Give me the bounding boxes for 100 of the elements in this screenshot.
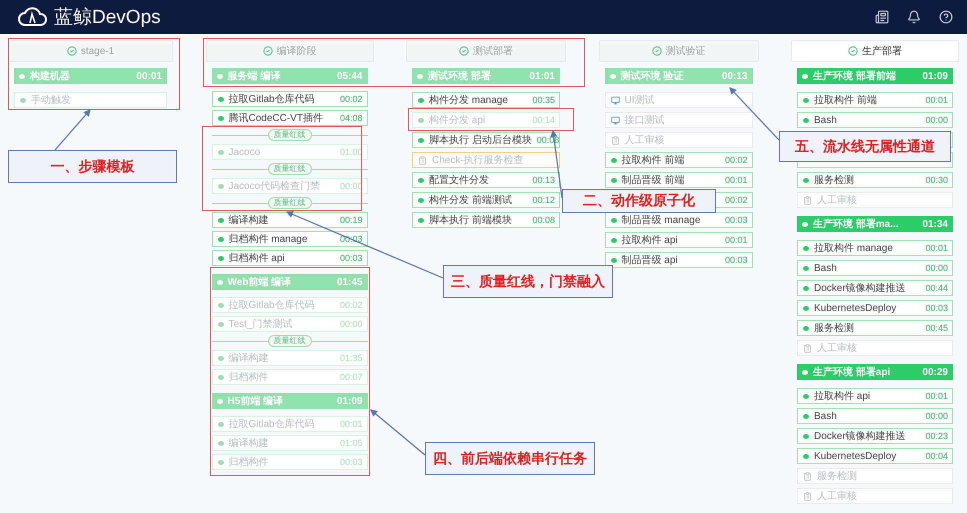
pipeline-step[interactable]: 拉取构件 前端 00:01 <box>797 92 953 108</box>
pipeline-step[interactable]: 构件分发 manage 00:35 <box>412 92 560 108</box>
pipeline-step[interactable]: 归档构件 00:03 <box>212 454 368 470</box>
pipeline-step[interactable]: 服务检测 00:30 <box>797 172 953 188</box>
cloud-logo-icon <box>18 7 48 27</box>
quality-gate-tag[interactable]: 质量红线 <box>268 335 312 347</box>
job-header[interactable]: 构建机器 00:01 <box>14 68 167 84</box>
status-dot <box>418 218 424 222</box>
pipeline-step[interactable]: 编译构建 01:35 <box>212 350 368 366</box>
pipeline-step[interactable]: Test_门禁测试 00:00 <box>212 316 368 332</box>
pipeline-step[interactable]: 配置文件分发 00:13 <box>412 172 560 188</box>
pipeline-step[interactable]: KubernetesDeploy 00:04 <box>797 448 953 464</box>
pipeline-step[interactable]: 服务检测 00:45 <box>797 320 953 336</box>
quality-gate-tag[interactable]: 质量红线 <box>268 197 312 209</box>
pipeline-step[interactable]: 手动触发 <box>14 92 167 108</box>
status-dot <box>218 460 224 464</box>
status-dot <box>610 158 616 162</box>
pipeline-step[interactable]: 人工审核 <box>797 340 953 356</box>
pipeline-step[interactable]: 编译构建 00:19 <box>212 212 368 228</box>
pipeline-step[interactable]: 拉取Gitlab仓库代码 00:02 <box>212 297 368 313</box>
stage-header[interactable]: 生产部署 <box>791 40 959 62</box>
app-title: 蓝鲸DevOps <box>54 6 161 30</box>
status-dot <box>218 184 224 188</box>
pipeline-step[interactable]: Bash 00:00 <box>797 112 953 128</box>
stage-name: stage-1 <box>80 46 114 56</box>
job-header[interactable]: 生产环境 部署ma... 01:34 <box>797 216 953 232</box>
stage-header[interactable]: stage-1 <box>8 40 173 62</box>
pipeline-step[interactable]: Docker镜像构建推送 00:23 <box>797 428 953 444</box>
job-header[interactable]: 测试环境 部署 01:01 <box>412 68 560 84</box>
status-dot <box>218 116 224 120</box>
status-dot <box>218 96 224 102</box>
status-dot <box>218 302 224 308</box>
pipeline-step[interactable]: 拉取构件 api 00:01 <box>797 388 953 404</box>
pipeline-step[interactable]: 拉取构件 manage 00:01 <box>797 240 953 256</box>
job-header[interactable]: Web前端 编译 01:45 <box>212 274 368 290</box>
pipeline-step[interactable]: 服务检测 <box>797 468 953 484</box>
pipeline-step[interactable]: 拉取构件 api 00:01 <box>604 232 752 248</box>
status-dot <box>418 198 424 202</box>
pipeline-step[interactable]: 人工审核 <box>797 192 953 208</box>
pipeline-step[interactable]: 制品晋级 前端 00:01 <box>604 172 752 188</box>
stage-name: 生产部署 <box>862 44 902 58</box>
pipeline-step[interactable]: 人工审核 <box>797 488 953 504</box>
pipeline-step[interactable]: 人工审核 <box>604 132 752 148</box>
stage-name: 测试部署 <box>473 44 513 58</box>
check-icon <box>262 46 272 56</box>
pipeline-step[interactable]: 构件分发 api 00:14 <box>412 112 560 128</box>
pipeline-step[interactable]: 制品晋级 api 00:03 <box>604 252 752 268</box>
clipboard-icon <box>803 492 812 500</box>
monitor-icon <box>610 96 620 104</box>
stage-name: 测试验证 <box>666 44 706 58</box>
pipeline-step[interactable]: 编译构建 01:05 <box>212 435 368 451</box>
pipeline-step[interactable]: 拉取Gitlab仓库代码 00:01 <box>212 416 368 432</box>
job-header[interactable]: H5前端 编译 01:09 <box>212 393 368 409</box>
pipeline-step[interactable]: Docker镜像构建推送 00:44 <box>797 280 953 296</box>
annotation-tooltip: 五、流水线无属性通道 <box>779 131 951 162</box>
pipeline-step[interactable]: UI测试 <box>604 92 752 108</box>
pipeline-step[interactable]: 脚本执行 前端模块 00:08 <box>412 212 560 228</box>
pipeline-step[interactable]: 制品晋级 manage 00:03 <box>604 212 752 228</box>
quality-gate-tag[interactable]: 质量红线 <box>268 163 312 175</box>
status-dot <box>218 322 224 326</box>
check-icon <box>652 46 662 56</box>
status-dot <box>803 286 809 290</box>
status-dot <box>803 394 809 398</box>
job-header[interactable]: 生产环境 部署api 00:29 <box>797 364 953 380</box>
check-icon <box>848 46 858 56</box>
clipboard-icon <box>803 196 812 204</box>
pipeline-step[interactable]: 构件分发 前端测试 00:12 <box>412 192 560 208</box>
stage-header[interactable]: 测试部署 <box>406 40 566 62</box>
stage-header[interactable]: 测试验证 <box>598 40 758 62</box>
annotation-tooltip: 二、动作级原子化 <box>562 189 716 213</box>
notification-icon[interactable] <box>907 10 921 24</box>
pipeline-step[interactable]: Bash 00:00 <box>797 408 953 424</box>
pipeline-step[interactable]: 拉取Gitlab仓库代码 00:02 <box>212 91 368 107</box>
status-dot <box>803 306 809 310</box>
stage-header[interactable]: 编译阶段 <box>206 40 374 62</box>
pipeline-step[interactable]: 接口测试 <box>604 112 752 128</box>
status-dot <box>803 246 809 250</box>
pointer-arrow <box>54 109 91 150</box>
pipeline-step[interactable]: KubernetesDeploy 00:03 <box>797 300 953 316</box>
annotation-tooltip: 一、步骤模板 <box>8 150 177 183</box>
quality-gate-tag[interactable]: 质量红线 <box>268 129 312 141</box>
job-header[interactable]: 测试环境 验证 00:13 <box>604 68 752 84</box>
status-dot <box>418 118 424 122</box>
status-dot <box>218 256 224 260</box>
pipeline-step[interactable]: 拉取构件 前端 00:02 <box>604 152 752 168</box>
help-icon[interactable] <box>939 10 953 24</box>
clipboard-icon <box>610 136 620 144</box>
annotation-tooltip: 四、前后端依赖串行任务 <box>425 442 595 475</box>
status-dot <box>803 414 809 418</box>
status-dot <box>218 356 224 360</box>
pipeline-step[interactable]: Bash 00:00 <box>797 260 953 276</box>
pipeline-step[interactable]: 归档构件 api 00:03 <box>212 250 368 266</box>
status-dot <box>418 138 424 142</box>
pipeline-step[interactable]: Check-执行服务检查 <box>412 152 560 168</box>
status-dot <box>803 434 809 438</box>
pipeline-step[interactable]: 归档构件 00:07 <box>212 369 368 385</box>
document-icon[interactable] <box>875 10 889 24</box>
pipeline-step[interactable]: 腾讯CodeCC-VT插件 04:08 <box>212 110 368 126</box>
job-header[interactable]: 服务端 编译 05:44 <box>212 68 368 84</box>
job-header[interactable]: 生产环境 部署前端 01:09 <box>797 68 953 84</box>
